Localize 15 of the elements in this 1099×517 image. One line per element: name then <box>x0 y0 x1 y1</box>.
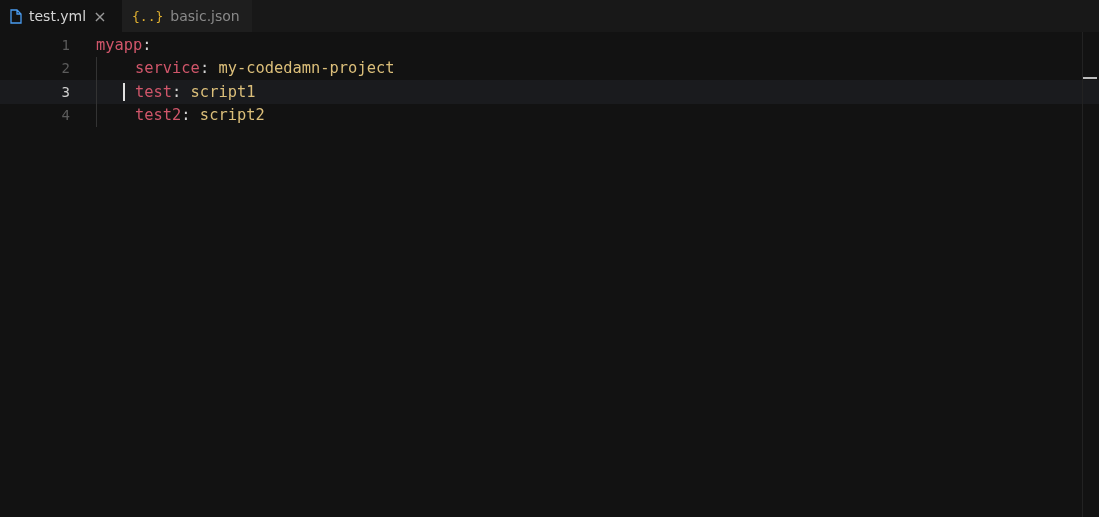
code-line: myapp: <box>96 35 152 54</box>
code-line: service: my-codedamn-project <box>135 59 395 78</box>
file-icon <box>10 8 22 24</box>
editor-tab[interactable]: {..} basic.json <box>122 0 252 32</box>
scrollbar[interactable] <box>1082 32 1097 517</box>
close-button[interactable]: × <box>93 6 107 26</box>
line-number: 4 <box>60 107 70 124</box>
line-number: 2 <box>60 60 70 77</box>
text-cursor <box>123 83 125 101</box>
line-number: 3 <box>60 83 70 100</box>
line-number: 1 <box>60 36 70 53</box>
code-line: test2: script2 <box>135 106 265 125</box>
code-line: test: script1 <box>135 82 256 101</box>
editor-tab[interactable]: test.yml × <box>0 0 122 32</box>
braces-icon: {..} <box>132 8 164 24</box>
